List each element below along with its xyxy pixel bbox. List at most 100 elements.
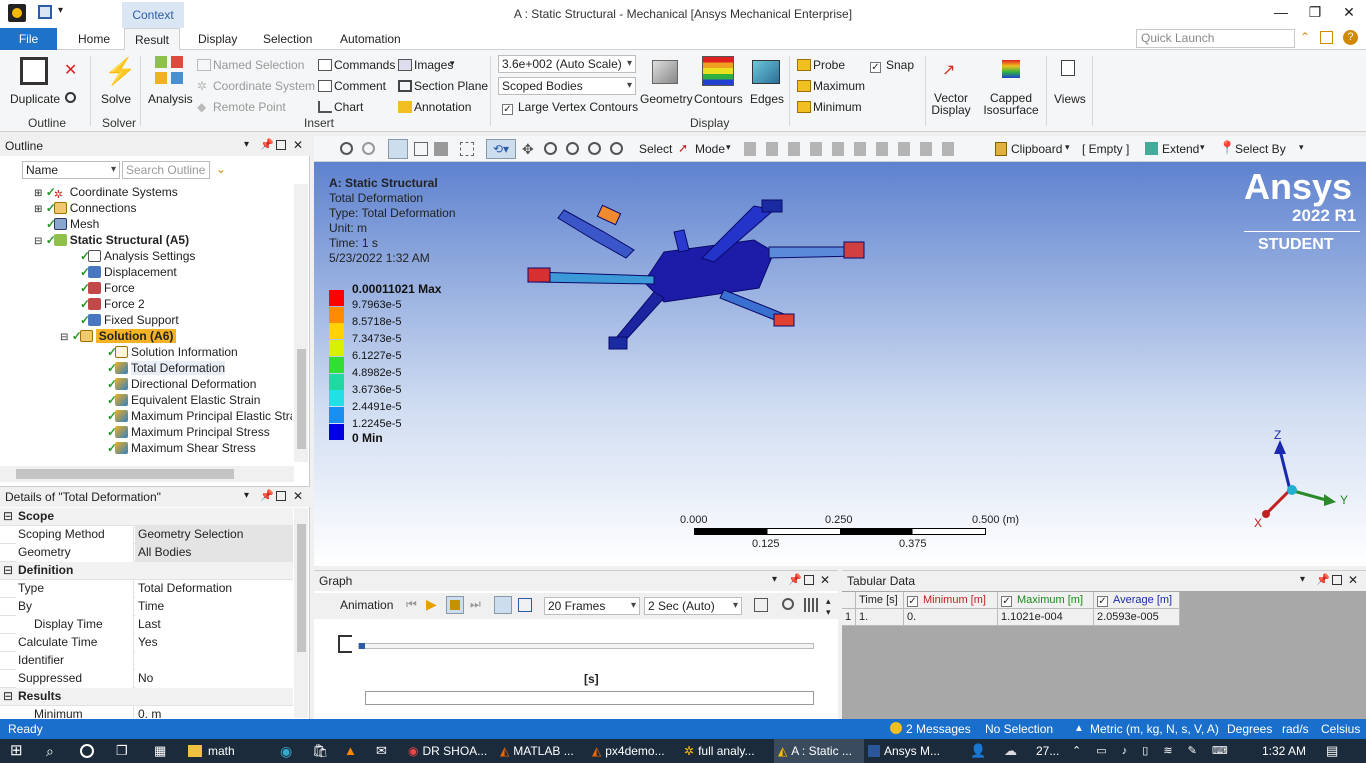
views-button[interactable]: Views (1054, 92, 1086, 106)
select-by-dropdown-icon[interactable]: ▾ (1299, 142, 1304, 153)
outline-search-input[interactable]: Search Outline (122, 161, 210, 179)
pin-icon[interactable]: 📌 (1316, 573, 1330, 586)
analysis-button[interactable]: Analysis (148, 92, 193, 106)
duplicate-button[interactable]: Duplicate (10, 92, 60, 106)
table-cell[interactable]: 1. (856, 609, 904, 626)
thicken-icon[interactable] (460, 142, 474, 156)
previous-frame-icon[interactable]: ⏮ (406, 597, 417, 612)
vlc-icon[interactable]: ▲ (344, 739, 357, 763)
graph-options-icon[interactable]: ▴ ▾ (826, 596, 831, 618)
detail-row[interactable]: Minimum 0. m (0, 706, 293, 718)
tray-icons[interactable]: ⌃ ▭ ♪ ▯ ≋ ✎ ⌨ (1072, 739, 1234, 763)
detail-value[interactable]: Geometry Selection (135, 526, 293, 544)
tree-item-mesh[interactable]: ✓ Mesh (46, 216, 99, 232)
taskbar-item-chrome[interactable]: ◉ DR SHOA... (408, 739, 496, 763)
tree-item-connections[interactable]: ⊞ ✓ Connections (34, 200, 136, 216)
table-cell[interactable]: 0. (904, 609, 998, 626)
capped-isosurface-button[interactable]: Capped Isosurface (980, 92, 1042, 116)
detail-value[interactable]: 0. m (135, 706, 293, 718)
zoom-in-icon[interactable] (340, 142, 353, 155)
mode-button[interactable]: Mode (695, 142, 725, 156)
close-panel-icon[interactable]: ✕ (293, 138, 303, 152)
close-panel-icon[interactable]: ✕ (820, 573, 830, 587)
tree-item-static-structural[interactable]: ⊟ ✓ Static Structural (A5) (34, 232, 189, 248)
table-cell[interactable]: 1.1021e-004 (998, 609, 1094, 626)
edge-icon[interactable]: ◉ (280, 739, 292, 763)
tree-item-solution-information[interactable]: ✓ Solution Information (107, 344, 238, 360)
table-header[interactable]: Time [s] (856, 592, 904, 609)
play-icon[interactable]: ▶ (426, 596, 437, 613)
edges-button[interactable]: Edges (750, 92, 784, 106)
tab-file[interactable]: File (0, 28, 57, 50)
units-status[interactable]: Metric (m, kg, N, s, V, A) (1090, 719, 1219, 739)
start-icon[interactable]: ⊞ (10, 739, 23, 763)
tab-display[interactable]: Display (188, 28, 247, 50)
clipboard-dropdown-icon[interactable]: ▾ (1065, 142, 1070, 153)
search-icon[interactable]: ⌕ (46, 739, 54, 763)
help-icon[interactable]: ? (1343, 30, 1358, 45)
tree-item-displacement[interactable]: ✓ Displacement (80, 264, 177, 280)
search-icon[interactable] (65, 92, 76, 103)
mode-dropdown-icon[interactable]: ▾ (726, 142, 731, 153)
table-header[interactable]: ✓ Minimum [m] (904, 592, 998, 609)
stop-icon[interactable] (446, 596, 464, 614)
show-mesh-icon[interactable] (434, 142, 448, 156)
scope-select[interactable]: Scoped Bodies (498, 77, 636, 95)
solve-button[interactable]: Solve (101, 92, 131, 106)
tree-item-force-2[interactable]: ✓ Force 2 (80, 296, 145, 312)
panel-menu-icon[interactable]: ▾ (244, 139, 249, 150)
pin-icon[interactable]: 📌 (260, 489, 274, 502)
extend-dropdown-icon[interactable]: ▾ (1200, 142, 1205, 153)
graphics-viewport[interactable]: A: Static Structural Total Deformation T… (314, 162, 1366, 566)
tree-item-analysis-settings[interactable]: ✓ Analysis Settings (80, 248, 195, 264)
angular-velocity-units[interactable]: rad/s (1282, 719, 1309, 739)
tree-item-max-shear-stress[interactable]: ✓ Maximum Shear Stress (107, 440, 256, 456)
notifications-icon[interactable]: ▤ (1326, 739, 1338, 763)
extend-button[interactable]: Extend (1162, 142, 1199, 156)
extend-icon[interactable] (1145, 142, 1158, 155)
geometry-button[interactable]: Geometry (640, 92, 693, 106)
display-mode-icon[interactable] (388, 139, 408, 159)
duration-select[interactable]: 2 Sec (Auto) (644, 597, 742, 615)
restore-button[interactable]: ❐ (1300, 4, 1330, 24)
section-results[interactable]: ⊟ Results (0, 688, 293, 706)
tab-result[interactable]: Result (124, 28, 181, 51)
tree-item-force[interactable]: ✓ Force (80, 280, 135, 296)
feedback-icon[interactable] (1320, 31, 1333, 44)
tree-item-equivalent-elastic-strain[interactable]: ✓ Equivalent Elastic Strain (107, 392, 260, 408)
select-button[interactable]: Select (639, 142, 672, 156)
details-vertical-scrollbar[interactable] (294, 508, 308, 718)
taskbar-item-word[interactable]: Ansys M... (868, 739, 958, 763)
messages-status[interactable]: 2 Messages (906, 719, 971, 739)
zoom-icon[interactable] (544, 142, 557, 155)
zoom-out-icon[interactable] (362, 142, 375, 155)
detail-row[interactable]: Geometry All Bodies (0, 544, 293, 562)
units-up-icon[interactable]: ▲ (1074, 719, 1084, 739)
detail-row[interactable]: By Time (0, 598, 293, 616)
clipboard-icon[interactable] (995, 142, 1007, 156)
section-plane-button[interactable]: Section Plane (414, 79, 488, 93)
detail-value[interactable]: Total Deformation (135, 580, 293, 598)
vector-display-button[interactable]: Vector Display (928, 92, 974, 116)
result-sets-icon[interactable] (518, 598, 532, 612)
pin-icon[interactable]: 📌 (260, 138, 274, 151)
detail-row[interactable]: Suppressed No (0, 670, 293, 688)
coordinate-system-button[interactable]: Coordinate System (213, 79, 315, 93)
time-slider[interactable] (358, 643, 814, 649)
temperature-units[interactable]: Celsius (1321, 719, 1360, 739)
rotate-icon[interactable]: ⟲▾ (486, 139, 516, 159)
table-cell[interactable]: 2.0593e-005 (1094, 609, 1180, 626)
calculator-icon[interactable]: ▦ (154, 739, 166, 763)
detail-value[interactable]: No (135, 670, 293, 688)
pin-icon[interactable]: 📌 (788, 573, 802, 586)
clock[interactable]: 1:32 AM (1262, 739, 1306, 763)
taskbar-item-px4demo[interactable]: ◭ px4demo... (592, 739, 680, 763)
images-dropdown-icon[interactable]: ▾ (450, 58, 455, 69)
maximum-button[interactable]: Maximum (813, 79, 865, 93)
named-selection-button[interactable]: Named Selection (213, 58, 304, 72)
fit-icon[interactable] (588, 142, 601, 155)
angle-units[interactable]: Degrees (1227, 719, 1272, 739)
chart-grid-icon[interactable] (804, 598, 818, 612)
images-button[interactable]: Images (414, 58, 453, 72)
wireframe-icon[interactable] (414, 142, 428, 156)
